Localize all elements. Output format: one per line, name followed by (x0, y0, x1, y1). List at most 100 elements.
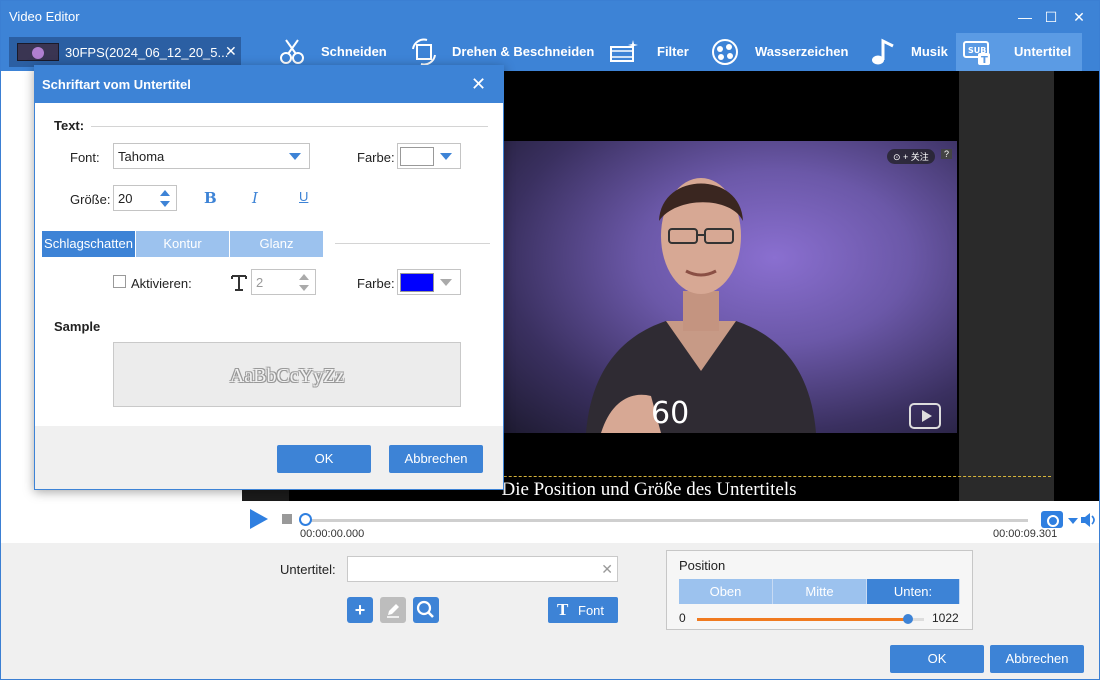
sample-text: AaBbCcYyZz (229, 365, 345, 387)
enable-label: Aktivieren: (131, 276, 192, 291)
close-file-tab-icon[interactable]: ✕ (225, 43, 237, 60)
music-note-icon (872, 38, 894, 65)
font-select-value: Tahoma (118, 149, 165, 164)
playback-controls: 00:00:00.000 00:00:09.301 (242, 501, 1099, 543)
window-title: Video Editor (9, 9, 80, 24)
font-select[interactable]: Tahoma (113, 143, 310, 169)
clear-subtitle-icon[interactable]: ✕ (601, 561, 613, 578)
minimize-button[interactable]: — (1015, 7, 1035, 27)
underline-button[interactable]: U (299, 189, 308, 204)
shadow-size-icon (231, 275, 247, 291)
cancel-button[interactable]: Abbrechen (990, 645, 1084, 673)
font-button-label: Font (578, 603, 605, 618)
shadow-size-stepper[interactable]: 2 (251, 269, 316, 295)
add-subtitle-button[interactable]: + (347, 597, 373, 623)
position-oben[interactable]: Oben (679, 579, 773, 604)
tool-untertitel[interactable]: SUB T Untertitel (956, 33, 1082, 71)
position-slider-fill (697, 618, 908, 621)
stepper-down-icon[interactable] (299, 285, 309, 291)
video-thumbnail (17, 43, 59, 61)
ok-button[interactable]: OK (890, 645, 984, 673)
player-side-area (959, 71, 1054, 501)
size-value: 20 (118, 191, 133, 206)
position-slider-knob[interactable] (903, 614, 913, 624)
position-title: Position (679, 558, 726, 573)
video-preview[interactable]: 60 ⊙ + 关注 ? (501, 141, 957, 433)
shadow-color-label: Farbe: (357, 276, 395, 291)
timeline-knob[interactable] (299, 513, 312, 526)
search-icon (416, 600, 434, 618)
tool-filter[interactable]: Filter (603, 33, 695, 71)
sample-title: Sample (54, 319, 101, 334)
position-box: Position Oben Mitte Unten: 0 1022 (666, 550, 973, 630)
file-name: 30FPS(2024_06_12_20_5... (65, 45, 229, 60)
stepper-up-icon[interactable] (299, 274, 309, 280)
dialog-footer: OK Abbrechen (35, 426, 503, 489)
tab-schlagschatten[interactable]: Schlagschatten (42, 231, 135, 257)
snapshot-camera-icon[interactable] (1041, 511, 1063, 528)
svg-text:T: T (981, 55, 988, 66)
font-button[interactable]: T Font (548, 597, 618, 623)
text-color-select[interactable] (397, 143, 461, 169)
italic-button[interactable]: I (252, 189, 258, 207)
tool-label: Wasserzeichen (755, 44, 849, 59)
video-editor-window: Video Editor — ☐ ✕ 30FPS(2024_06_12_20_5… (0, 0, 1100, 680)
rotate-crop-icon (412, 38, 436, 66)
subtitle-icon: SUB T (963, 41, 990, 66)
tab-glanz[interactable]: Glanz (230, 231, 323, 257)
pencil-icon (387, 604, 399, 618)
overlay-number: 60 (651, 396, 690, 431)
sample-preview: AaBbCcYyZz (113, 342, 461, 407)
maximize-button[interactable]: ☐ (1041, 7, 1061, 27)
timeline-track[interactable] (306, 519, 1028, 522)
dialog-title: Schriftart vom Untertitel (42, 77, 191, 92)
stop-button[interactable] (282, 514, 292, 524)
position-unten[interactable]: Unten: (867, 579, 960, 604)
shadow-color-swatch (400, 273, 434, 292)
tab-kontur[interactable]: Kontur (136, 231, 229, 257)
dialog-cancel-button[interactable]: Abbrechen (389, 445, 483, 473)
position-min: 0 (679, 611, 686, 625)
size-stepper[interactable]: 20 (113, 185, 177, 211)
stepper-up-icon[interactable] (160, 190, 170, 196)
enable-shadow-checkbox[interactable] (113, 275, 126, 288)
text-color-swatch (400, 147, 434, 166)
title-bar: Video Editor — ☐ ✕ (1, 1, 1099, 33)
play-button[interactable] (250, 509, 268, 529)
edit-subtitle-button[interactable] (380, 597, 406, 623)
tool-label: Untertitel (1014, 44, 1072, 59)
chevron-down-icon (440, 279, 452, 286)
snapshot-dropdown-icon[interactable] (1068, 518, 1078, 524)
tool-musik[interactable]: Musik (863, 33, 953, 71)
help-badge: ? (941, 149, 953, 159)
dialog-ok-button[interactable]: OK (277, 445, 371, 473)
font-label: Font: (70, 150, 100, 165)
search-subtitle-button[interactable] (413, 597, 439, 623)
bold-button[interactable]: B (204, 189, 217, 207)
text-section-title: Text: (54, 118, 85, 133)
text-color-label: Farbe: (357, 150, 395, 165)
tool-wasserzeichen[interactable]: Wasserzeichen (704, 33, 852, 71)
shadow-size-value: 2 (256, 275, 264, 290)
volume-icon[interactable] (1080, 512, 1098, 528)
file-tab[interactable]: 30FPS(2024_06_12_20_5... ✕ (9, 37, 241, 67)
scissors-icon (280, 39, 304, 64)
stepper-down-icon[interactable] (160, 201, 170, 207)
subtitle-input[interactable]: ✕ (347, 556, 618, 582)
watermark-icon (712, 39, 738, 65)
tool-label: Musik (911, 44, 948, 59)
shadow-color-select[interactable] (397, 269, 461, 295)
subtitle-label: Untertitel: (280, 562, 336, 577)
total-time: 00:00:09.301 (993, 528, 1058, 540)
font-t-icon: T (557, 600, 569, 619)
dialog-close-icon[interactable]: ✕ (471, 74, 486, 95)
presenter-image (586, 178, 816, 433)
divider (91, 126, 488, 127)
tool-label: Drehen & Beschneiden (452, 44, 595, 59)
film-sparkle-icon (610, 40, 638, 62)
close-window-button[interactable]: ✕ (1069, 7, 1089, 27)
position-mitte[interactable]: Mitte (773, 579, 867, 604)
chevron-down-icon (440, 153, 452, 160)
divider (335, 243, 490, 244)
video-play-overlay-icon (909, 403, 941, 429)
